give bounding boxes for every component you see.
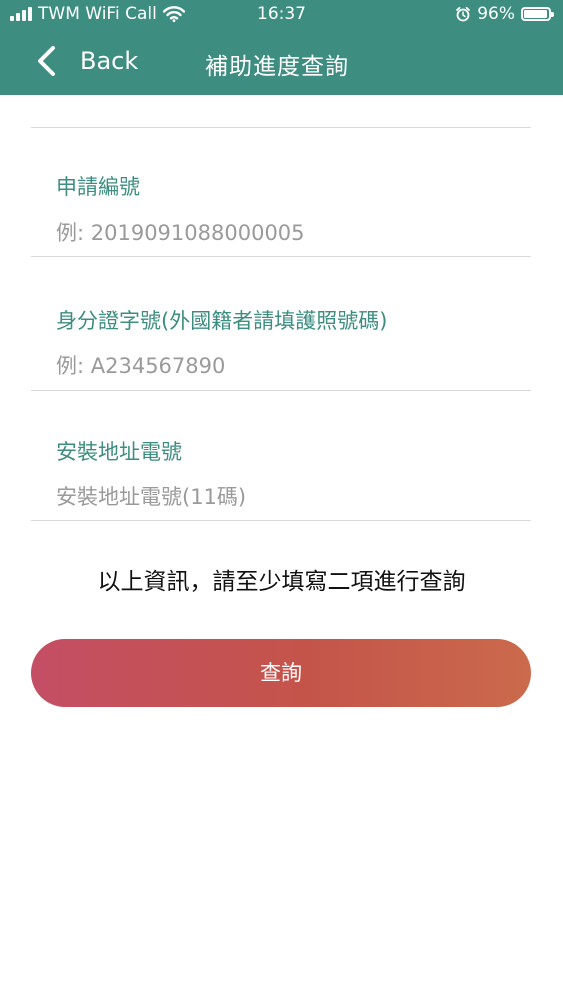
back-button[interactable]: Back [34, 44, 138, 78]
query-button[interactable]: 查詢 [31, 639, 531, 707]
divider [31, 520, 531, 521]
battery-percent: 96% [477, 4, 515, 24]
id-number-label: 身分證字號(外國籍者請填護照號碼) [56, 309, 388, 333]
meter-number-label: 安裝地址電號 [56, 440, 182, 464]
divider [31, 390, 531, 391]
nav-bar: Back 補助進度查詢 [0, 30, 563, 95]
battery-fill [524, 10, 548, 18]
chevron-left-icon [38, 46, 55, 76]
meter-number-input[interactable] [56, 479, 526, 515]
status-bar: TWM WiFi Call 16:37 96% [0, 0, 563, 30]
back-label: Back [80, 47, 139, 75]
divider [31, 256, 531, 257]
instruction-note: 以上資訊，請至少填寫二項進行查詢 [97, 569, 466, 595]
divider [31, 127, 531, 128]
application-number-label: 申請編號 [56, 175, 140, 199]
application-number-input[interactable] [56, 215, 526, 251]
status-right: 96% [455, 4, 554, 24]
id-number-input[interactable] [56, 348, 526, 384]
alarm-icon [456, 6, 471, 22]
page-title: 補助進度查詢 [205, 54, 349, 80]
battery-icon [521, 7, 554, 21]
